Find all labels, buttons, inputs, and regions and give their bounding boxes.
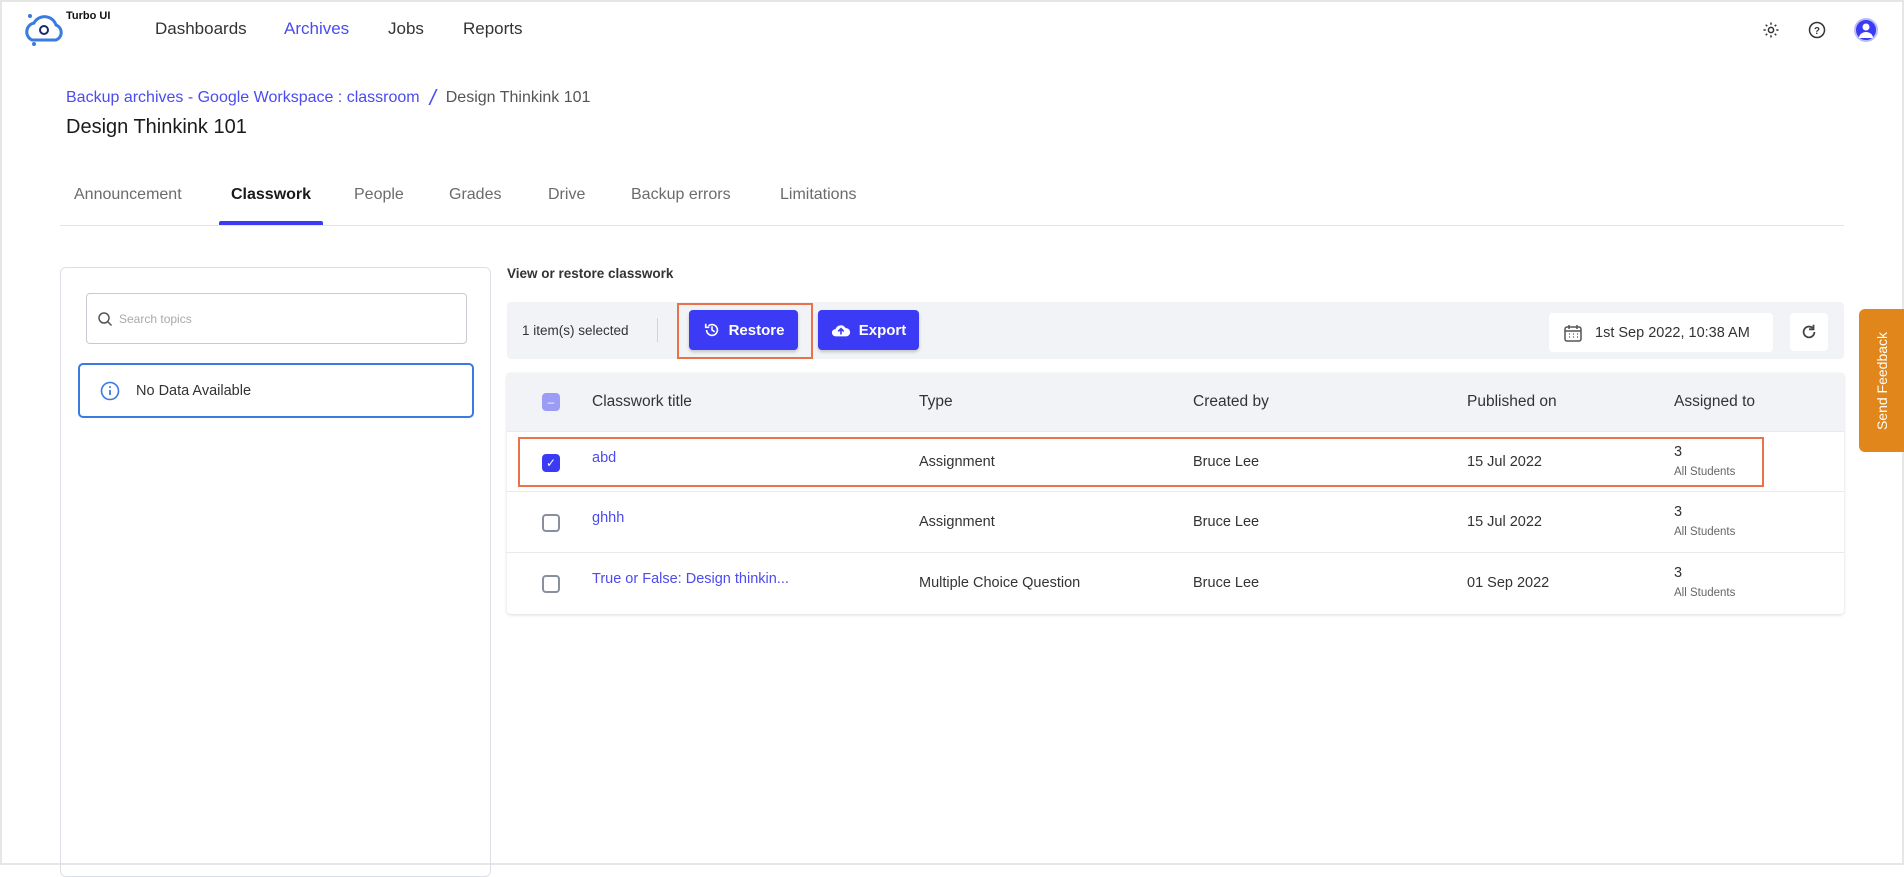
published-cell: 01 Sep 2022 bbox=[1467, 575, 1550, 591]
assigned-label: All Students bbox=[1674, 526, 1736, 538]
type-cell: Multiple Choice Question bbox=[919, 575, 1081, 591]
tab-limitations[interactable]: Limitations bbox=[780, 186, 856, 204]
topics-panel: Search topics No Data Available bbox=[60, 267, 491, 877]
help-icon[interactable]: ? bbox=[1805, 18, 1829, 42]
avatar[interactable] bbox=[1854, 18, 1878, 42]
send-feedback-button[interactable]: Send Feedback bbox=[1859, 309, 1904, 452]
breadcrumb-parent[interactable]: Backup archives - Google Workspace : cla… bbox=[66, 89, 420, 107]
date-value: 1st Sep 2022, 10:38 AM bbox=[1595, 324, 1750, 341]
col-created-by[interactable]: Created by bbox=[1193, 393, 1269, 411]
no-data-message: No Data Available bbox=[78, 363, 474, 418]
calendar-icon bbox=[1564, 324, 1582, 342]
info-icon bbox=[100, 381, 120, 400]
table-row[interactable]: True or False: Design thinkin... Multipl… bbox=[507, 552, 1844, 613]
breadcrumb: Backup archives - Google Workspace : cla… bbox=[66, 85, 590, 111]
send-feedback-label: Send Feedback bbox=[1874, 331, 1891, 430]
export-label: Export bbox=[858, 321, 907, 339]
tab-backup-errors[interactable]: Backup errors bbox=[631, 186, 731, 204]
cloud-upload-icon bbox=[831, 325, 850, 337]
tab-grades[interactable]: Grades bbox=[449, 186, 501, 204]
col-type[interactable]: Type bbox=[919, 393, 953, 411]
nav-reports[interactable]: Reports bbox=[463, 19, 523, 39]
col-assigned-to[interactable]: Assigned to bbox=[1674, 393, 1755, 411]
published-cell: 15 Jul 2022 bbox=[1467, 514, 1542, 530]
row-checkbox[interactable] bbox=[542, 514, 560, 532]
refresh-icon bbox=[1802, 324, 1816, 339]
refresh-button[interactable] bbox=[1790, 313, 1828, 351]
search-placeholder: Search topics bbox=[119, 311, 192, 326]
tab-announcement[interactable]: Announcement bbox=[74, 186, 182, 204]
type-cell: Assignment bbox=[919, 514, 995, 530]
search-icon bbox=[98, 311, 113, 326]
section-heading: View or restore classwork bbox=[507, 266, 674, 281]
classwork-table: – Classwork title Type Created by Publis… bbox=[507, 373, 1844, 614]
toolbar: 1 item(s) selected Restore Export 1st Se… bbox=[507, 302, 1844, 359]
table-row[interactable]: ghhh Assignment Bruce Lee 15 Jul 2022 3 … bbox=[507, 491, 1844, 552]
nav-archives[interactable]: Archives bbox=[284, 19, 349, 39]
created-by-cell: Bruce Lee bbox=[1193, 575, 1260, 591]
col-classwork-title[interactable]: Classwork title bbox=[592, 393, 692, 411]
page-title: Design Thinkink 101 bbox=[66, 116, 247, 138]
assigned-label: All Students bbox=[1674, 587, 1736, 599]
tab-classwork[interactable]: Classwork bbox=[231, 186, 311, 204]
assigned-count: 3 bbox=[1674, 504, 1683, 520]
date-picker[interactable]: 1st Sep 2022, 10:38 AM bbox=[1549, 313, 1773, 352]
classwork-title-link[interactable]: True or False: Design thinkin... bbox=[592, 571, 789, 587]
breadcrumb-current: Design Thinkink 101 bbox=[445, 89, 591, 106]
breadcrumb-separator: / bbox=[429, 85, 436, 110]
search-input[interactable]: Search topics bbox=[86, 293, 467, 344]
tab-people[interactable]: People bbox=[354, 186, 404, 204]
classwork-title-link[interactable]: ghhh bbox=[592, 510, 624, 526]
restore-highlight bbox=[677, 303, 813, 359]
col-published-on[interactable]: Published on bbox=[1467, 393, 1557, 411]
nav-dashboards[interactable]: Dashboards bbox=[155, 19, 247, 39]
no-data-text: No Data Available bbox=[136, 382, 252, 399]
export-button[interactable]: Export bbox=[818, 310, 919, 350]
nav-jobs[interactable]: Jobs bbox=[388, 19, 424, 39]
selection-count: 1 item(s) selected bbox=[522, 323, 629, 338]
table-header: – Classwork title Type Created by Publis… bbox=[507, 373, 1844, 431]
svg-text:?: ? bbox=[1814, 26, 1820, 37]
gear-icon[interactable] bbox=[1759, 18, 1783, 42]
row-highlight bbox=[518, 437, 1764, 487]
row-checkbox[interactable] bbox=[542, 575, 560, 593]
select-all-checkbox[interactable]: – bbox=[542, 393, 560, 411]
assigned-count: 3 bbox=[1674, 565, 1683, 581]
tabs-divider bbox=[60, 225, 1844, 226]
app-name: Turbo UI bbox=[66, 10, 111, 22]
created-by-cell: Bruce Lee bbox=[1193, 514, 1260, 530]
toolbar-divider bbox=[657, 318, 658, 342]
tab-drive[interactable]: Drive bbox=[548, 186, 585, 204]
turbo-ui-logo-icon[interactable] bbox=[22, 10, 63, 50]
